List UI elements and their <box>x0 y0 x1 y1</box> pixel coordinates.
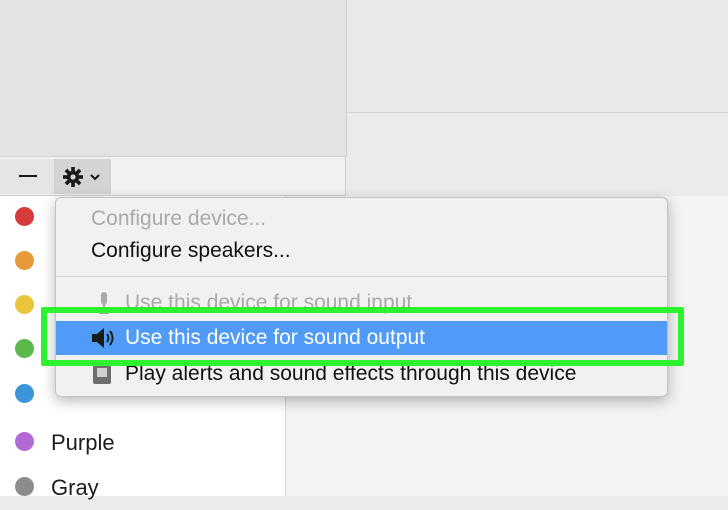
microphone-icon <box>99 292 109 314</box>
tag-color-dot <box>15 207 34 226</box>
tag-row-gray[interactable]: Gray <box>0 466 285 510</box>
tag-color-dot <box>15 384 34 403</box>
alert-icon <box>93 364 111 384</box>
action-menu-button[interactable] <box>55 159 111 194</box>
menu-item-sound-input: Use this device for sound input <box>56 286 667 320</box>
menu-separator <box>56 276 667 277</box>
tag-color-dot <box>15 477 34 496</box>
menu-item-label: Play alerts and sound effects through th… <box>125 362 577 385</box>
speaker-icon <box>92 328 114 348</box>
device-detail-lower-pane <box>347 113 728 197</box>
menu-item-configure-speakers[interactable]: Configure speakers... <box>56 234 667 268</box>
menu-item-label: Use this device for sound input <box>125 291 413 314</box>
device-detail-pane <box>347 0 728 113</box>
chevron-down-icon <box>90 174 100 181</box>
menu-item-label: Configure speakers... <box>91 239 291 262</box>
tag-color-dot <box>15 339 34 358</box>
menu-item-sound-output[interactable]: Use this device for sound output <box>56 321 667 355</box>
menu-item-play-alerts[interactable]: Play alerts and sound effects through th… <box>56 357 667 391</box>
tag-label: Purple <box>51 430 115 455</box>
device-action-menu: Configure device... Configure speakers..… <box>55 197 668 397</box>
list-toolbar <box>0 156 346 196</box>
gear-icon <box>63 167 100 187</box>
tag-row-purple[interactable]: Purple <box>0 421 285 465</box>
tag-color-dot <box>15 295 34 314</box>
device-list-pane[interactable] <box>0 0 347 156</box>
tag-label: Gray <box>51 475 99 500</box>
menu-item-label: Configure device... <box>91 207 267 230</box>
tag-color-dot <box>15 251 34 270</box>
menu-item-configure-device: Configure device... <box>56 202 667 236</box>
tag-color-dot <box>15 432 34 451</box>
minus-icon <box>19 175 37 177</box>
remove-device-button[interactable] <box>0 159 55 194</box>
menu-item-label: Use this device for sound output <box>125 326 426 349</box>
